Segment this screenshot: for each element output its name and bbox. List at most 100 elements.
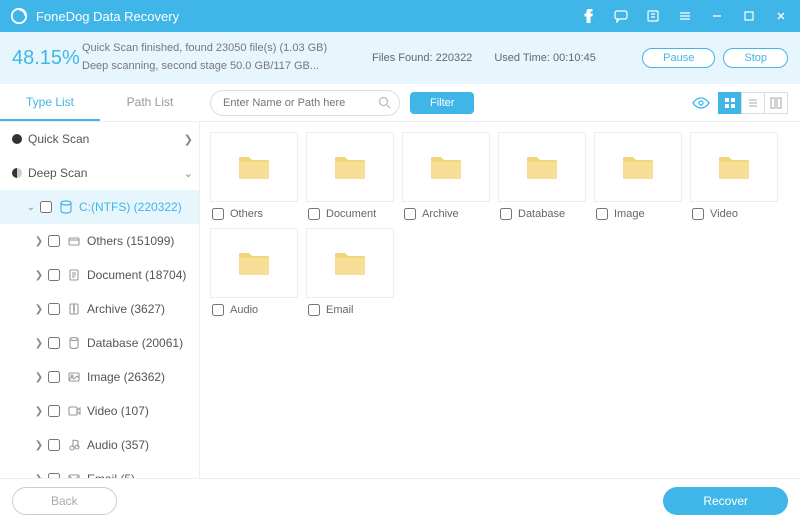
tree-checkbox[interactable] bbox=[48, 371, 60, 383]
bullet-half-icon bbox=[12, 168, 22, 178]
folder-grid: Others DocumentArchiveDatabase Image Video A… bbox=[200, 122, 800, 478]
search-container bbox=[210, 90, 400, 116]
tree-item-image[interactable]: ❯ Image (26362) bbox=[0, 360, 199, 394]
scan-msg-2: Deep scanning, second stage 50.0 GB/117 … bbox=[82, 58, 372, 76]
drive-checkbox[interactable] bbox=[40, 201, 52, 213]
close-icon[interactable] bbox=[770, 5, 792, 27]
chevron-right-icon: ❯ bbox=[32, 474, 46, 479]
chevron-right-icon: ❯ bbox=[32, 372, 46, 383]
title-bar: FoneDog Data Recovery bbox=[0, 0, 800, 32]
tree-item-audio[interactable]: ❯ Audio (357) bbox=[0, 428, 199, 462]
folder-checkbox[interactable] bbox=[308, 208, 320, 220]
folder-checkbox[interactable] bbox=[308, 304, 320, 316]
tree-item-label: Image (26362) bbox=[87, 370, 193, 384]
tree-item-video[interactable]: ❯ Video (107) bbox=[0, 394, 199, 428]
tree-deep-scan[interactable]: Deep Scan ⌄ bbox=[0, 156, 199, 190]
tree-item-database[interactable]: ❯Database (20061) bbox=[0, 326, 199, 360]
preview-icon[interactable] bbox=[689, 92, 713, 114]
tree-checkbox[interactable] bbox=[48, 337, 60, 349]
folder-card-document[interactable]: Document bbox=[306, 132, 394, 220]
tab-path-list[interactable]: Path List bbox=[100, 85, 200, 121]
folder-card-others[interactable]: Others bbox=[210, 132, 298, 220]
tree-checkbox[interactable] bbox=[48, 303, 60, 315]
tree-item-others[interactable]: ❯Others (151099) bbox=[0, 224, 199, 258]
main-area: Quick Scan ❯ Deep Scan ⌄ ⌄ C:(NTFS) (220… bbox=[0, 122, 800, 478]
search-input[interactable] bbox=[210, 90, 400, 116]
register-icon[interactable] bbox=[642, 5, 664, 27]
chevron-down-icon: ⌄ bbox=[24, 202, 38, 213]
folder-card-archive[interactable]: Archive bbox=[402, 132, 490, 220]
stop-button[interactable]: Stop bbox=[723, 48, 788, 68]
toolbar: Type List Path List Filter bbox=[0, 84, 800, 122]
tree-item-label: Audio (357) bbox=[87, 438, 193, 452]
folder-icon bbox=[210, 132, 298, 202]
pause-button[interactable]: Pause bbox=[642, 48, 715, 68]
view-detail-icon[interactable] bbox=[764, 92, 788, 114]
archive-icon bbox=[65, 302, 83, 316]
chevron-right-icon: ❯ bbox=[184, 133, 193, 146]
folder-label: Image bbox=[614, 208, 645, 220]
folder-icon bbox=[498, 132, 586, 202]
feedback-icon[interactable] bbox=[610, 5, 632, 27]
tree-checkbox[interactable] bbox=[48, 269, 60, 281]
tab-type-list[interactable]: Type List bbox=[0, 85, 100, 121]
folder-icon bbox=[306, 132, 394, 202]
minimize-icon[interactable] bbox=[706, 5, 728, 27]
folder-checkbox[interactable] bbox=[212, 304, 224, 316]
chevron-right-icon: ❯ bbox=[32, 270, 46, 281]
folder-label: Others bbox=[230, 208, 263, 220]
others-icon bbox=[65, 234, 83, 248]
maximize-icon[interactable] bbox=[738, 5, 760, 27]
folder-checkbox[interactable] bbox=[212, 208, 224, 220]
view-grid-icon[interactable] bbox=[718, 92, 742, 114]
menu-icon[interactable] bbox=[674, 5, 696, 27]
folder-icon bbox=[402, 132, 490, 202]
folder-label: Video bbox=[710, 208, 738, 220]
folder-checkbox[interactable] bbox=[500, 208, 512, 220]
tree-item-label: Database (20061) bbox=[87, 336, 193, 350]
tree-quick-scan[interactable]: Quick Scan ❯ bbox=[0, 122, 199, 156]
folder-checkbox[interactable] bbox=[692, 208, 704, 220]
folder-checkbox[interactable] bbox=[404, 208, 416, 220]
back-button[interactable]: Back bbox=[12, 487, 117, 515]
files-found: Files Found: 220322 bbox=[372, 52, 472, 64]
tree-item-label: Video (107) bbox=[87, 404, 193, 418]
folder-icon bbox=[210, 228, 298, 298]
folder-card-image[interactable]: Image bbox=[594, 132, 682, 220]
scan-percent: 48.15% bbox=[12, 47, 82, 70]
app-title: FoneDog Data Recovery bbox=[36, 9, 578, 24]
chevron-right-icon: ❯ bbox=[32, 406, 46, 417]
tree-checkbox[interactable] bbox=[48, 405, 60, 417]
tree-drive[interactable]: ⌄ C:(NTFS) (220322) bbox=[0, 190, 199, 224]
view-list-icon[interactable] bbox=[741, 92, 765, 114]
tree-item-email[interactable]: ❯Email (5) bbox=[0, 462, 199, 478]
tree-item-document[interactable]: ❯ Document (18704) bbox=[0, 258, 199, 292]
tree-item-archive[interactable]: ❯ Archive (3627) bbox=[0, 292, 199, 326]
tree-checkbox[interactable] bbox=[48, 439, 60, 451]
folder-card-email[interactable]: Email bbox=[306, 228, 394, 316]
tree-panel: Quick Scan ❯ Deep Scan ⌄ ⌄ C:(NTFS) (220… bbox=[0, 122, 200, 478]
folder-card-database[interactable]: Database bbox=[498, 132, 586, 220]
folder-icon bbox=[306, 228, 394, 298]
image-icon bbox=[65, 370, 83, 384]
tree-checkbox[interactable] bbox=[48, 473, 60, 478]
folder-icon bbox=[594, 132, 682, 202]
folder-card-audio[interactable]: Audio bbox=[210, 228, 298, 316]
folder-checkbox[interactable] bbox=[596, 208, 608, 220]
footer: Back Recover bbox=[0, 478, 800, 523]
folder-label: Audio bbox=[230, 304, 258, 316]
disk-icon bbox=[57, 200, 75, 214]
tree-checkbox[interactable] bbox=[48, 235, 60, 247]
folder-card-video[interactable]: Video bbox=[690, 132, 778, 220]
bullet-icon bbox=[12, 134, 22, 144]
app-logo-icon bbox=[10, 7, 28, 25]
facebook-icon[interactable] bbox=[578, 5, 600, 27]
tree-item-label: Archive (3627) bbox=[87, 302, 193, 316]
chevron-right-icon: ❯ bbox=[32, 440, 46, 451]
recover-button[interactable]: Recover bbox=[663, 487, 788, 515]
tree-item-label: Document (18704) bbox=[87, 268, 193, 282]
chevron-down-icon: ⌄ bbox=[184, 167, 193, 180]
chevron-right-icon: ❯ bbox=[32, 304, 46, 315]
search-icon[interactable] bbox=[378, 96, 391, 114]
filter-button[interactable]: Filter bbox=[410, 92, 474, 114]
